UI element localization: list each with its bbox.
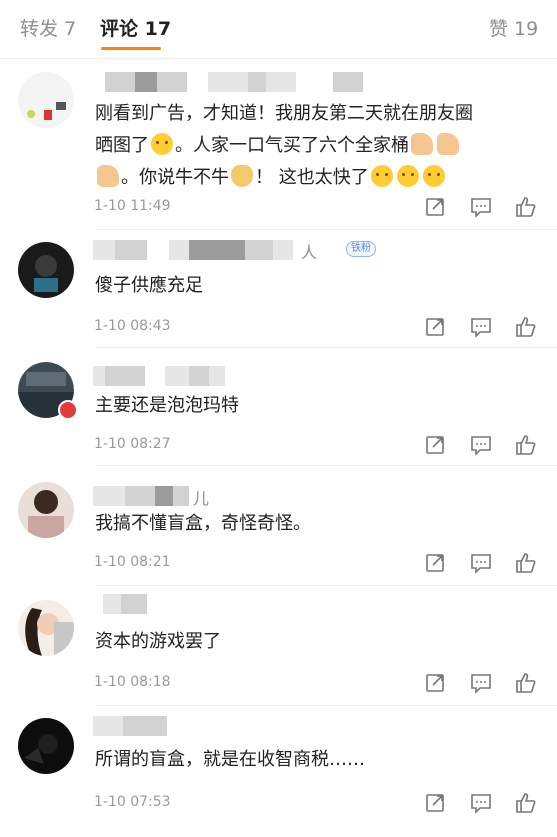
comment-text: 资本的游戏罢了 (95, 631, 221, 652)
share-box-icon[interactable] (425, 672, 447, 698)
avatar[interactable] (18, 362, 78, 420)
comment-text: 主要还是泡泡玛特 (95, 395, 239, 416)
fan-badge: 铁粉 (346, 241, 376, 257)
comment-text-line: ！ 这也太快了 (255, 167, 369, 188)
shocked-face-icon (370, 165, 393, 187)
comment-item: 所谓的盲盒，就是在收智商税…… 1-10 07:53 (0, 706, 557, 837)
comment-bubble-icon[interactable] (470, 792, 492, 818)
comment-text: 傻子供應充足 (95, 275, 203, 296)
username-blurred[interactable] (93, 72, 393, 92)
comment-item: 主要还是泡泡玛特 1-10 08:27 (0, 348, 557, 466)
share-box-icon[interactable] (425, 196, 447, 222)
shocked-face-icon (422, 165, 445, 187)
comment-bubble-icon[interactable] (470, 316, 492, 342)
comment-text-line: 晒图了 (95, 135, 149, 156)
surprised-face-icon (151, 133, 173, 155)
username-tail: 人 (301, 243, 318, 262)
thumbs-up-icon[interactable] (515, 552, 537, 578)
comment-item: 儿 我搞不懂盲盒，奇怪奇怪。 1-10 08:21 (0, 466, 557, 586)
comment-actions (425, 316, 545, 338)
comment-item: 人 铁粉 傻子供應充足 1-10 08:43 (0, 230, 557, 348)
thumbs-up-emoji-icon (97, 165, 119, 187)
comment-tabs: 转发 7 评论 17 赞 19 (0, 0, 557, 59)
share-box-icon[interactable] (425, 434, 447, 460)
avatar[interactable] (18, 242, 74, 298)
comment-item: 资本的游戏罢了 1-10 08:18 (0, 586, 557, 706)
verified-badge-icon (58, 400, 78, 420)
comment-actions (425, 434, 545, 456)
comment-bubble-icon[interactable] (470, 434, 492, 460)
comment-actions (425, 196, 545, 218)
share-box-icon[interactable] (425, 316, 447, 342)
comment-timestamp: 1-10 08:18 (94, 674, 171, 690)
comment-timestamp: 1-10 08:43 (94, 318, 171, 334)
doge-emoji-icon (231, 165, 253, 187)
comment-text-line: 刚看到广告，才知道！我朋友第二天就在朋友圈 (95, 103, 473, 124)
comment-bubble-icon[interactable] (470, 552, 492, 578)
avatar[interactable] (18, 482, 74, 538)
username-blurred[interactable]: 人 铁粉 (93, 240, 383, 262)
comment-actions (425, 672, 545, 694)
shocked-face-icon (396, 165, 419, 187)
share-box-icon[interactable] (425, 552, 447, 578)
thumbs-up-icon[interactable] (515, 672, 537, 698)
username-blurred[interactable] (93, 594, 173, 614)
comment-text-line: 。你说牛不牛 (121, 167, 229, 188)
username-blurred[interactable] (93, 716, 183, 736)
comment-bubble-icon[interactable] (470, 672, 492, 698)
comment-timestamp: 1-10 07:53 (94, 794, 171, 810)
username-blurred[interactable]: 儿 (93, 486, 233, 508)
comment-text-line: 。人家一口气买了六个全家桶 (175, 135, 409, 156)
tab-likes[interactable]: 赞 19 (489, 14, 538, 41)
comment-actions (425, 792, 545, 814)
avatar[interactable] (18, 600, 74, 656)
comment-text: 所谓的盲盒，就是在收智商税…… (95, 749, 365, 770)
comment-text: 我搞不懂盲盒，奇怪奇怪。 (95, 513, 311, 534)
thumbs-up-icon[interactable] (515, 316, 537, 342)
comment-timestamp: 1-10 11:49 (94, 198, 171, 214)
comment-timestamp: 1-10 08:21 (94, 554, 171, 570)
active-tab-indicator (101, 47, 161, 50)
tab-repost[interactable]: 转发 7 (20, 14, 76, 41)
thumbs-up-icon[interactable] (515, 196, 537, 222)
username-blurred[interactable] (93, 366, 243, 386)
username-tail: 儿 (193, 489, 210, 508)
thumbs-up-icon[interactable] (515, 792, 537, 818)
comment-timestamp: 1-10 08:27 (94, 436, 171, 452)
avatar[interactable] (18, 718, 74, 774)
thumbs-up-emoji-icon (411, 133, 433, 155)
comment-bubble-icon[interactable] (470, 196, 492, 222)
comment-actions (425, 552, 545, 574)
share-box-icon[interactable] (425, 792, 447, 818)
comment-text: 刚看到广告，才知道！我朋友第二天就在朋友圈 晒图了 。人家一口气买了六个全家桶 。… (95, 98, 535, 194)
comment-item: 刚看到广告，才知道！我朋友第二天就在朋友圈 晒图了 。人家一口气买了六个全家桶 。… (0, 58, 557, 230)
tab-comments[interactable]: 评论 17 (100, 14, 171, 41)
thumbs-up-icon[interactable] (515, 434, 537, 460)
avatar[interactable] (18, 72, 74, 128)
thumbs-up-emoji-icon (437, 133, 459, 155)
